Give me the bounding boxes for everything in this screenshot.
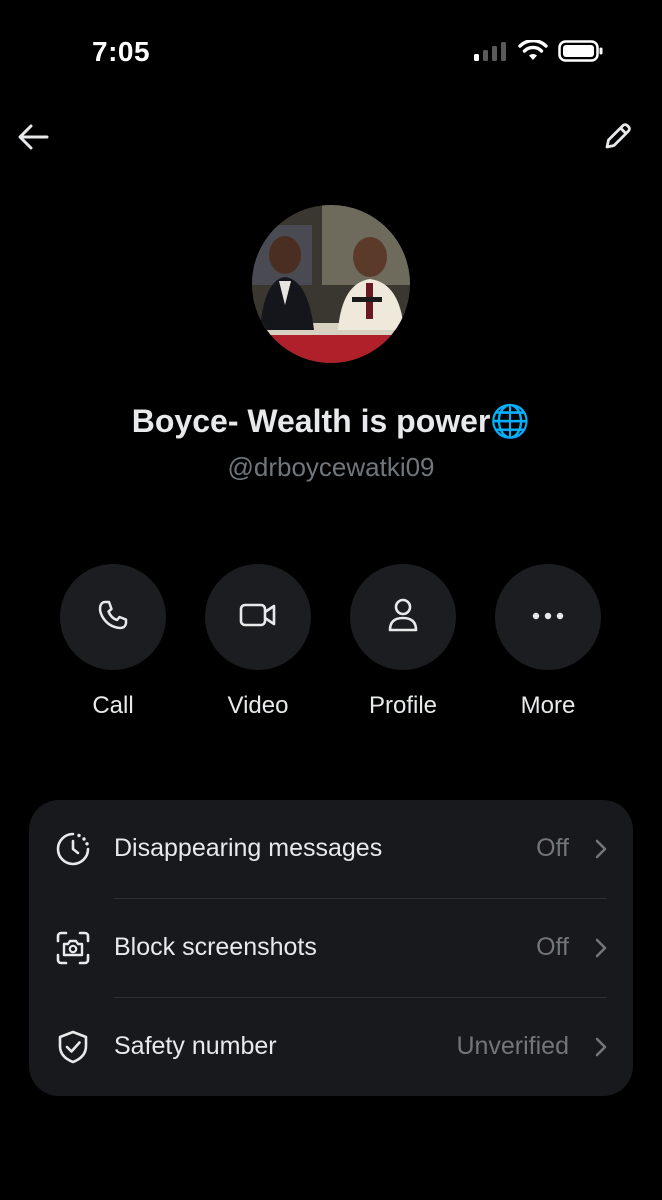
setting-label: Disappearing messages	[114, 834, 383, 862]
call-label: Call	[92, 692, 134, 719]
arrow-left-icon	[17, 123, 49, 156]
video-button[interactable]: Video	[188, 564, 328, 720]
more-button-circle[interactable]	[495, 564, 601, 670]
timer-icon	[55, 831, 91, 867]
pencil-icon	[600, 120, 634, 159]
screenshot-camera-icon	[55, 930, 91, 966]
call-button-circle[interactable]	[60, 564, 166, 670]
profile-button[interactable]: Profile	[333, 564, 473, 720]
cellular-signal-icon	[474, 41, 508, 66]
setting-value: Off	[536, 834, 569, 862]
avatar-photo	[252, 205, 410, 363]
setting-label: Safety number	[114, 1032, 277, 1060]
chevron-right-icon	[593, 1036, 609, 1058]
user-handle: @drboycewatki09	[227, 452, 435, 482]
avatar[interactable]	[252, 205, 410, 363]
more-button[interactable]: More	[478, 564, 618, 720]
edit-button[interactable]	[598, 120, 636, 158]
battery-icon	[558, 40, 604, 67]
status-bar: 7:05	[0, 0, 662, 100]
setting-value: Off	[536, 933, 569, 961]
setting-value: Unverified	[456, 1032, 569, 1060]
shield-check-icon	[55, 1029, 91, 1065]
settings-card: Disappearing messages Off Block screensh…	[29, 800, 633, 1096]
video-button-circle[interactable]	[205, 564, 311, 670]
phone-icon	[96, 598, 130, 637]
action-buttons: Call Video Profile More	[0, 564, 662, 734]
setting-row-disappearing-messages[interactable]: Disappearing messages Off	[29, 800, 633, 898]
setting-label: Block screenshots	[114, 933, 317, 961]
profile-button-circle[interactable]	[350, 564, 456, 670]
setting-row-safety-number[interactable]: Safety number Unverified	[29, 998, 633, 1096]
video-camera-icon	[239, 600, 277, 635]
nav-bar	[0, 110, 662, 166]
video-label: Video	[227, 692, 289, 719]
setting-row-block-screenshots[interactable]: Block screenshots Off	[29, 899, 633, 997]
status-icons	[474, 39, 604, 67]
display-name: Boyce- Wealth is power🌐	[131, 403, 531, 439]
status-time: 7:05	[92, 36, 151, 67]
wifi-icon	[518, 39, 548, 67]
more-label: More	[520, 692, 576, 719]
call-button[interactable]: Call	[43, 564, 183, 720]
person-icon	[387, 597, 419, 638]
chevron-right-icon	[593, 937, 609, 959]
profile-label: Profile	[368, 692, 438, 719]
chevron-right-icon	[593, 838, 609, 860]
back-button[interactable]	[14, 120, 52, 158]
more-horizontal-icon	[532, 608, 564, 626]
